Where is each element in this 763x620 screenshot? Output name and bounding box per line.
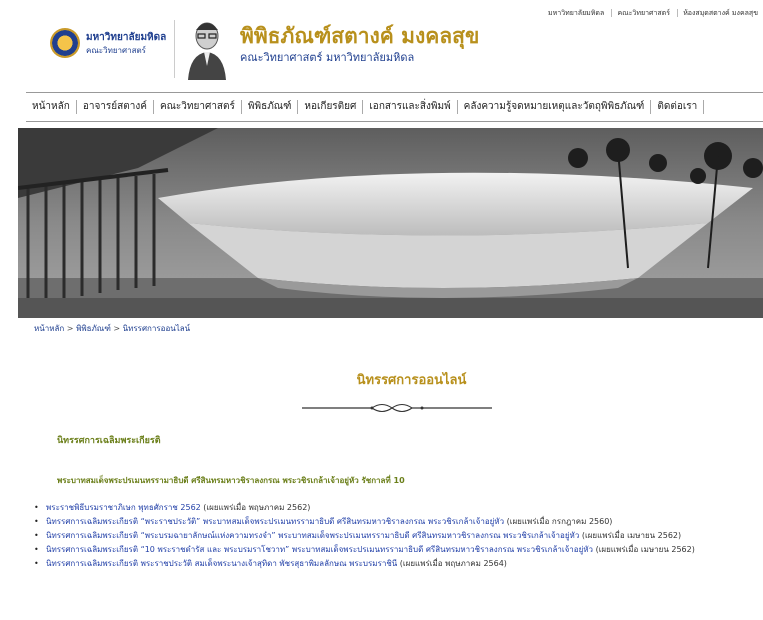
- site-subtitle: คณะวิทยาศาสตร์ มหาวิทยาลัยมหิดล: [240, 51, 415, 64]
- publish-date: (เผยแพร่เมื่อ พฤษภาคม 2562): [200, 503, 311, 512]
- publish-date: (เผยแพร่เมื่อ กรกฎาคม 2560): [504, 517, 613, 526]
- list-item: นิทรรศการเฉลิมพระเกียรติ “พระราชประวัติ”…: [28, 516, 763, 527]
- breadcrumb-separator: >: [64, 324, 77, 333]
- nav-home[interactable]: หน้าหลัก: [26, 100, 77, 114]
- site-header: มหาวิทยาลัยมหิดล คณะวิทยาศาสตร์ พิพิธภัณ…: [44, 14, 744, 84]
- exhibition-link[interactable]: นิทรรศการเฉลิมพระเกียรติ “พระบรมฉายาลักษ…: [46, 531, 579, 540]
- exhibition-link[interactable]: นิทรรศการเฉลิมพระเกียรติ พระราชประวัติ ส…: [46, 559, 397, 568]
- page-title: นิทรรศการออนไลน์: [356, 373, 467, 388]
- building-photo: [18, 128, 763, 318]
- header-divider: [174, 20, 175, 78]
- exhibition-link[interactable]: พระราชพิธีบรมราชาภิเษก พุทธศักราช 2562: [46, 503, 201, 512]
- exhibition-link[interactable]: นิทรรศการเฉลิมพระเกียรติ “พระราชประวัติ”…: [46, 517, 504, 526]
- exhibition-list: พระราชพิธีบรมราชาภิเษก พุทธศักราช 2562 (…: [28, 502, 763, 572]
- nav-publications[interactable]: เอกสารและสิ่งพิมพ์: [363, 100, 458, 114]
- nav-professor-stang[interactable]: อาจารย์สตางค์: [77, 100, 154, 114]
- section-subheading: พระบาทสมเด็จพระปรเมนทรรามาธิบดี ศรีสินทร…: [57, 476, 405, 485]
- faculty-name: คณะวิทยาศาสตร์: [86, 46, 146, 55]
- nav-hall-of-fame[interactable]: หอเกียรติยศ: [298, 100, 364, 114]
- list-item: นิทรรศการเฉลิมพระเกียรติ พระราชประวัติ ส…: [28, 558, 763, 569]
- breadcrumb: หน้าหลัก > พิพิธภัณฑ์ > นิทรรศการออนไลน์: [34, 322, 190, 335]
- publish-date: (เผยแพร่เมื่อ เมษายน 2562): [579, 531, 682, 540]
- main-nav: หน้าหลัก อาจารย์สตางค์ คณะวิทยาศาสตร์ พิ…: [26, 92, 763, 122]
- university-name: มหาวิทยาลัยมหิดล: [86, 32, 167, 43]
- section-heading: นิทรรศการเฉลิมพระเกียรติ: [57, 436, 161, 446]
- nav-museum[interactable]: พิพิธภัณฑ์: [242, 100, 299, 114]
- breadcrumb-home[interactable]: หน้าหลัก: [34, 324, 64, 333]
- breadcrumb-museum[interactable]: พิพิธภัณฑ์: [76, 324, 111, 333]
- nav-archives[interactable]: คลังความรู้จดหมายเหตุและวัตถุพิพิธภัณฑ์: [458, 100, 652, 114]
- exhibition-link[interactable]: นิทรรศการเฉลิมพระเกียรติ “10 พระราชดำรัส…: [46, 545, 593, 554]
- list-item: นิทรรศการเฉลิมพระเกียรติ “10 พระราชดำรัส…: [28, 544, 763, 555]
- ornament-divider-icon: [302, 403, 492, 413]
- university-seal-logo[interactable]: [50, 28, 80, 58]
- founder-portrait: [184, 14, 230, 80]
- publish-date: (เผยแพร่เมื่อ เมษายน 2562): [593, 545, 695, 554]
- breadcrumb-current[interactable]: นิทรรศการออนไลน์: [123, 324, 191, 333]
- hero-banner: [18, 128, 763, 318]
- list-item: นิทรรศการเฉลิมพระเกียรติ “พระบรมฉายาลักษ…: [28, 530, 763, 541]
- publish-date: (เผยแพร่เมื่อ พฤษภาคม 2564): [397, 559, 507, 568]
- nav-faculty-of-science[interactable]: คณะวิทยาศาสตร์: [154, 100, 242, 114]
- breadcrumb-separator: >: [110, 324, 123, 333]
- nav-contact[interactable]: ติดต่อเรา: [651, 100, 705, 114]
- list-item: พระราชพิธีบรมราชาภิเษก พุทธศักราช 2562 (…: [28, 502, 763, 513]
